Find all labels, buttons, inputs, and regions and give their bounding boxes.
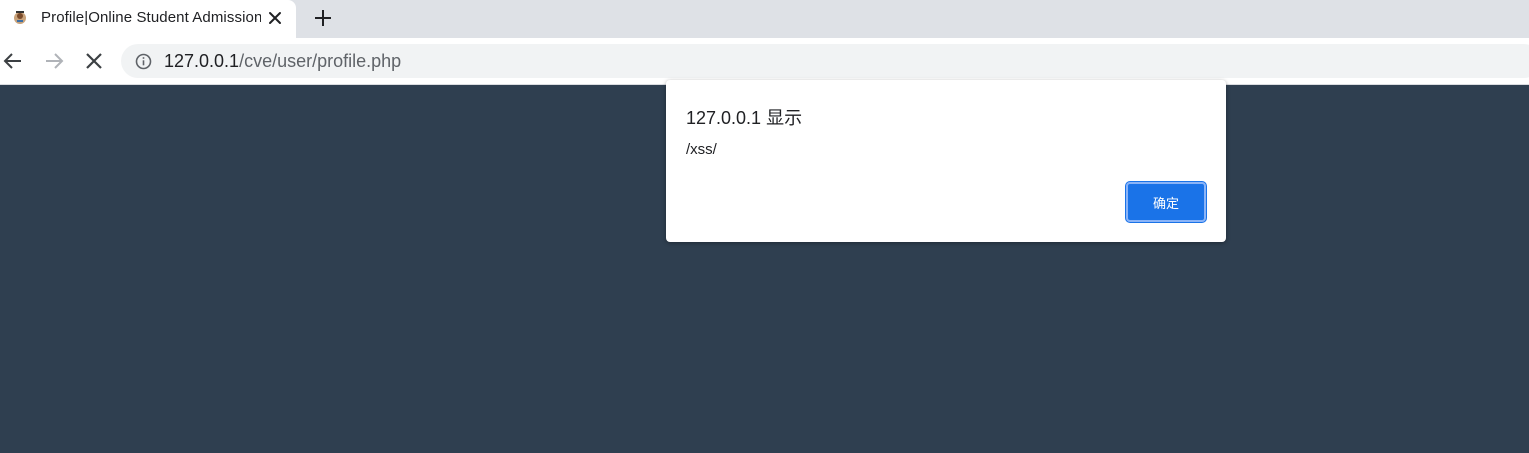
url-host: 127.0.0.1	[164, 51, 240, 71]
dialog-title: 127.0.0.1 显示	[686, 108, 803, 128]
active-tab[interactable]: Profile|Online Student Admission	[0, 0, 296, 38]
close-icon[interactable]	[266, 9, 284, 27]
alert-dialog: 127.0.0.1 显示 /xss/ 确定	[666, 80, 1226, 242]
arrow-left-icon[interactable]	[1, 49, 25, 73]
tab-strip: Profile|Online Student Admission	[0, 0, 1529, 38]
address-bar[interactable]: 127.0.0.1/cve/user/profile.php	[121, 44, 1529, 78]
tab-title: Profile|Online Student Admission	[41, 9, 261, 26]
url-text[interactable]: 127.0.0.1/cve/user/profile.php	[164, 51, 401, 72]
dialog-message: /xss/	[686, 141, 717, 158]
info-icon[interactable]	[135, 53, 152, 70]
browser-toolbar: 127.0.0.1/cve/user/profile.php	[0, 38, 1529, 85]
ok-button[interactable]: 确定	[1126, 182, 1206, 222]
arrow-right-icon[interactable]	[42, 49, 66, 73]
stop-loading-icon[interactable]	[82, 49, 106, 73]
plus-icon[interactable]	[312, 7, 334, 29]
url-path: /cve/user/profile.php	[239, 51, 402, 71]
app-favicon-icon	[14, 11, 26, 24]
